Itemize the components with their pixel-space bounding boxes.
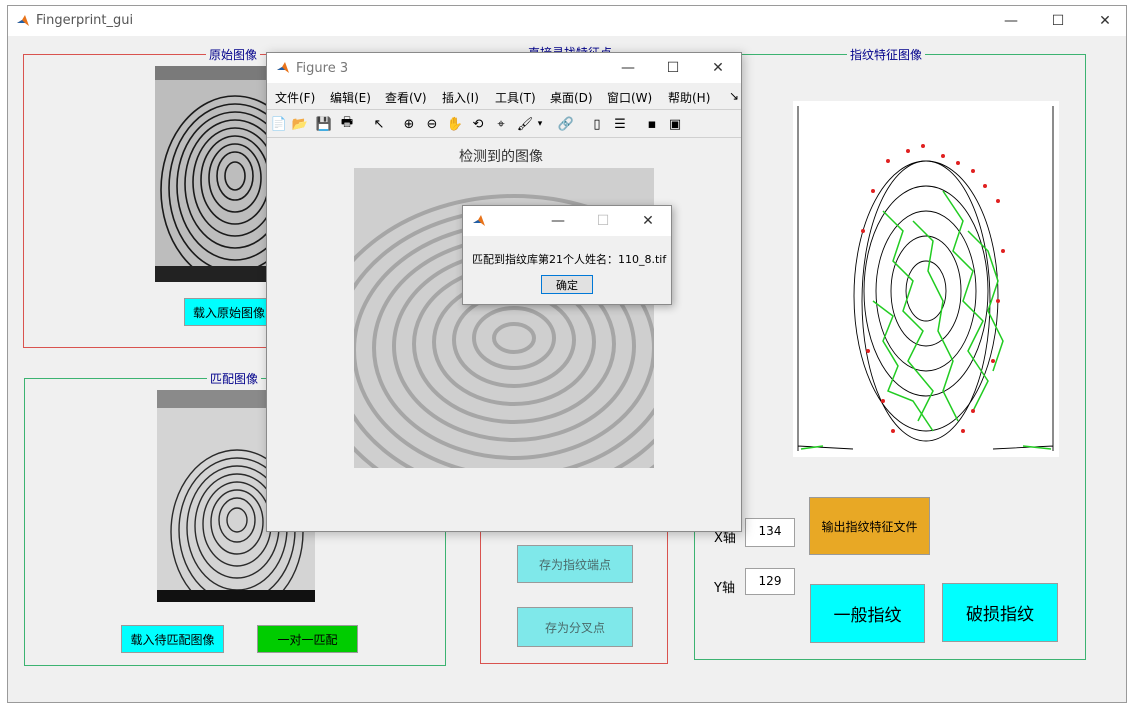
x-value-field[interactable]: 134	[745, 518, 795, 547]
brush-icon[interactable]: 🖌	[516, 115, 534, 133]
load-match-button[interactable]: 载入待匹配图像	[121, 625, 224, 653]
toolbar-bottom-divider	[267, 137, 741, 138]
menu-window[interactable]: 窗口(W)	[607, 89, 652, 106]
hide-plot-tools-icon[interactable]: ▪	[643, 115, 661, 133]
figure-titlebar[interactable]: Figure 3 — ☐ ✕	[267, 53, 741, 83]
legend-icon[interactable]: ☰	[611, 115, 629, 133]
figure-minimize-icon[interactable]: —	[613, 57, 643, 79]
dialog-titlebar[interactable]: — ☐ ✕	[463, 206, 671, 236]
menu-tools[interactable]: 工具(T)	[495, 89, 536, 106]
one-to-one-match-button[interactable]: 一对一匹配	[257, 625, 358, 653]
zoom-in-icon[interactable]: ⊕	[400, 115, 418, 133]
load-original-button[interactable]: 载入原始图像	[184, 298, 274, 326]
axes-title: 检测到的图像	[459, 149, 543, 165]
y-axis-label: Y轴	[714, 581, 735, 596]
figure-title: Figure 3	[296, 61, 349, 76]
matlab-icon	[277, 62, 289, 73]
colorbar-icon[interactable]: ▯	[588, 115, 606, 133]
menu-edit[interactable]: 编辑(E)	[330, 89, 371, 106]
match-panel-title: 匹配图像	[207, 370, 262, 387]
original-panel-title: 原始图像	[206, 46, 261, 63]
data-cursor-icon[interactable]: ⌖	[492, 115, 510, 133]
menu-desktop[interactable]: 桌面(D)	[550, 89, 593, 106]
toolbar-divider	[267, 109, 741, 110]
ok-button[interactable]: 确定	[541, 275, 593, 294]
original-fingerprint-image	[155, 66, 270, 282]
dialog-close-icon[interactable]: ✕	[633, 210, 663, 232]
feature-image-axes	[793, 101, 1059, 457]
dialog-message: 匹配到指纹库第21个人姓名：110_8.tif	[472, 253, 667, 266]
rotate-icon[interactable]: ⟲	[469, 115, 487, 133]
figure-maximize-icon[interactable]: ☐	[658, 57, 688, 79]
menu-more-icon[interactable]: ↘	[729, 89, 739, 103]
figure-close-icon[interactable]: ✕	[703, 57, 733, 79]
open-icon[interactable]: 📂	[291, 115, 309, 133]
pan-icon[interactable]: ✋	[446, 115, 464, 133]
brush-dropdown-icon[interactable]: ▾	[535, 115, 545, 133]
feature-panel-title: 指纹特征图像	[847, 46, 926, 63]
save-bifurcations-button[interactable]: 存为分叉点	[517, 607, 633, 647]
matlab-icon	[473, 215, 485, 226]
pointer-icon[interactable]: ↖	[370, 115, 388, 133]
normal-fingerprint-button[interactable]: 一般指纹	[810, 584, 925, 643]
minimize-icon[interactable]: —	[996, 10, 1026, 32]
link-icon[interactable]: 🔗	[557, 115, 575, 133]
export-feature-file-button[interactable]: 输出指纹特征文件	[809, 497, 930, 555]
print-icon[interactable]: 🖶	[338, 115, 356, 133]
main-titlebar[interactable]: Fingerprint_gui — ☐ ✕	[8, 6, 1126, 36]
maximize-icon[interactable]: ☐	[1043, 10, 1073, 32]
menu-file[interactable]: 文件(F)	[275, 89, 315, 106]
matlab-icon	[17, 15, 29, 26]
menu-help[interactable]: 帮助(H)	[668, 89, 710, 106]
y-value-field[interactable]: 129	[745, 568, 795, 595]
show-plot-tools-icon[interactable]: ▣	[666, 115, 684, 133]
menu-view[interactable]: 查看(V)	[385, 89, 427, 106]
dialog-maximize-icon: ☐	[596, 213, 610, 229]
window-title: Fingerprint_gui	[36, 13, 134, 28]
save-endpoints-button[interactable]: 存为指纹端点	[517, 545, 633, 583]
dialog-minimize-icon[interactable]: —	[543, 210, 573, 232]
menu-insert[interactable]: 插入(I)	[442, 89, 479, 106]
damaged-fingerprint-button[interactable]: 破损指纹	[942, 583, 1058, 642]
zoom-out-icon[interactable]: ⊖	[423, 115, 441, 133]
match-result-dialog: — ☐ ✕ 匹配到指纹库第21个人姓名：110_8.tif 确定	[462, 205, 672, 305]
new-icon[interactable]: 📄	[270, 115, 288, 133]
save-icon[interactable]: 💾	[315, 115, 333, 133]
close-icon[interactable]: ✕	[1090, 10, 1120, 32]
